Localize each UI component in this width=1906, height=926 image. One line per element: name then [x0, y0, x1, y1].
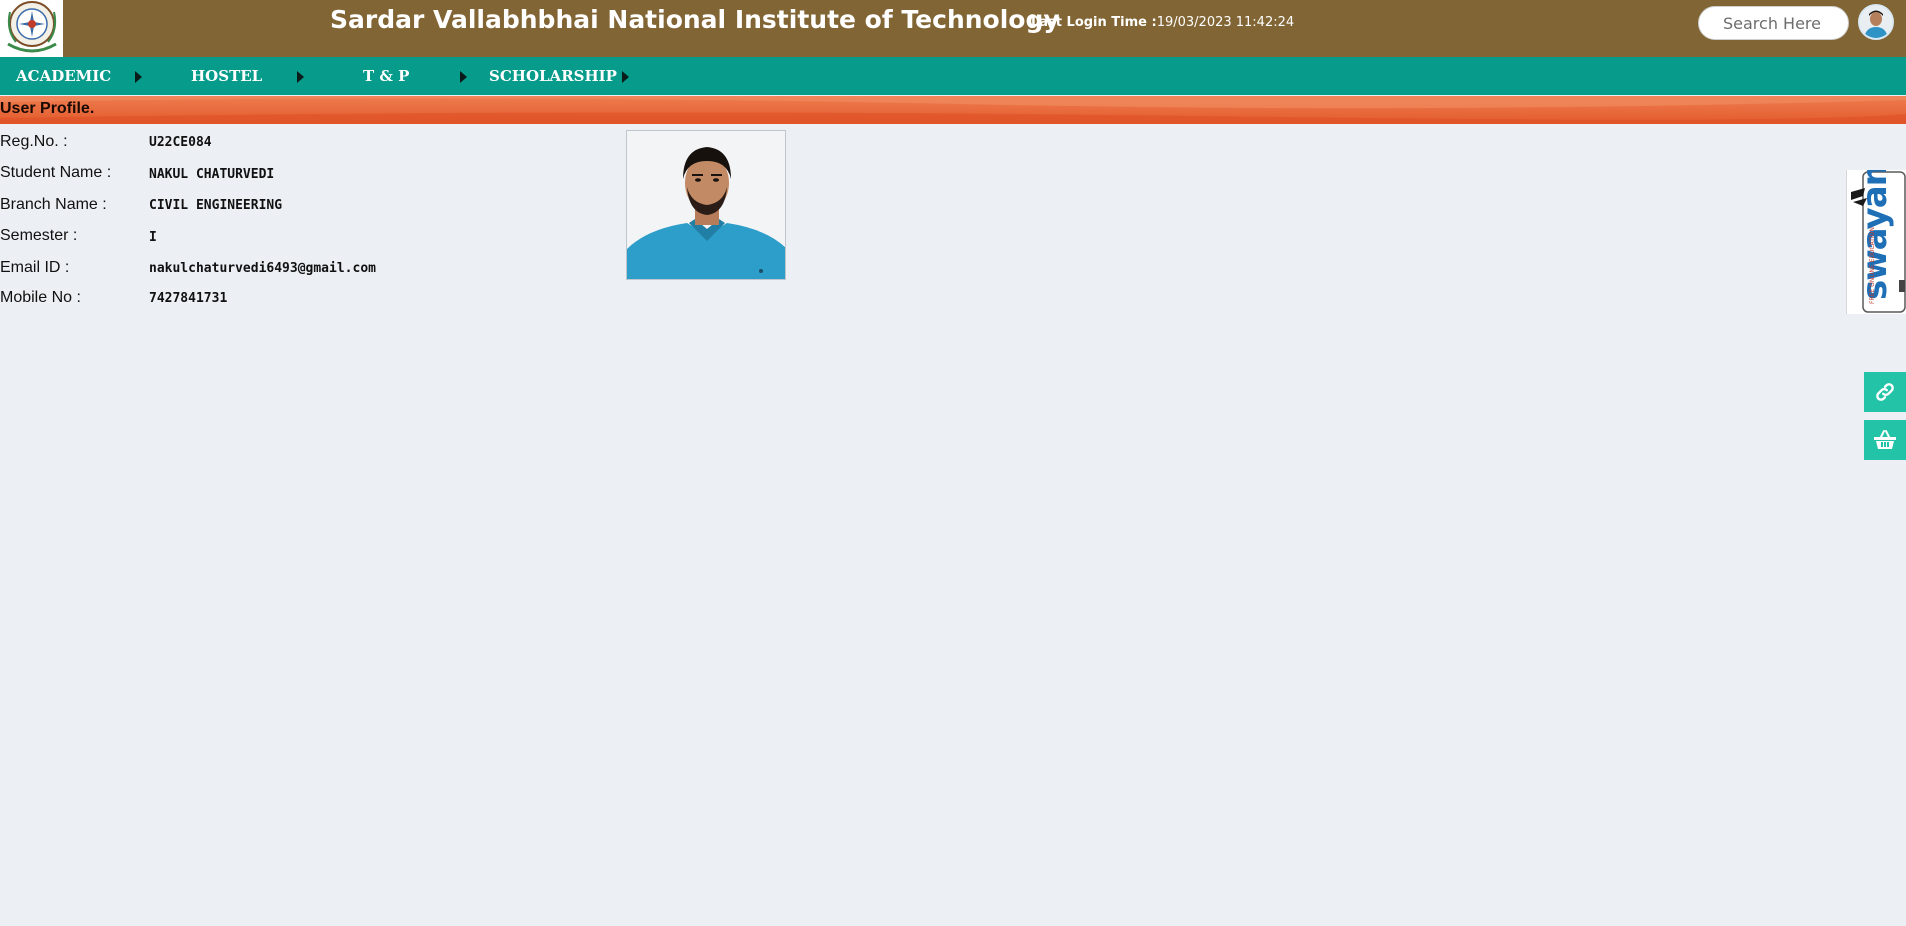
nav-item-scholarship[interactable]: SCHOLARSHIP: [489, 57, 617, 95]
mobile-label: Mobile No :: [0, 289, 81, 306]
reg-no-label: Reg.No. :: [0, 133, 68, 150]
caret-right-icon[interactable]: [460, 71, 467, 83]
basket-button[interactable]: [1864, 420, 1906, 460]
nav-item-hostel[interactable]: HOSTEL: [191, 57, 262, 95]
institute-logo[interactable]: [0, 0, 63, 57]
top-header: Sardar Vallabhbhai National Institute of…: [0, 0, 1906, 57]
branch-name-label: Branch Name :: [0, 196, 107, 213]
quick-link-button[interactable]: [1864, 372, 1906, 412]
wave-decoration: [0, 96, 1906, 124]
swayam-subtext: FREE ONLINE EDUCATION: [1869, 227, 1876, 304]
student-name-value: NAKUL CHATURVEDI: [149, 167, 275, 182]
nav-item-academic[interactable]: ACADEMIC: [16, 57, 111, 95]
student-photo-image: [627, 131, 785, 279]
site-title: Sardar Vallabhbhai National Institute of…: [330, 5, 1060, 34]
profile-header-bar: User Profile.: [0, 96, 1906, 124]
institute-seal-icon: [6, 1, 57, 53]
student-photo: [626, 130, 786, 280]
reg-no-value: U22CE084: [149, 135, 212, 150]
mobile-value: 7427841731: [149, 291, 228, 306]
nav-item-label: HOSTEL: [191, 67, 263, 85]
link-icon: [1876, 383, 1894, 401]
caret-right-icon[interactable]: [135, 71, 142, 83]
main-nav: ACADEMIC HOSTEL T & P SCHOLARSHIP: [0, 57, 1906, 95]
email-label: Email ID :: [0, 259, 70, 276]
semester-value: I: [149, 230, 157, 245]
nav-item-tp[interactable]: T & P: [363, 57, 409, 95]
student-name-label: Student Name :: [0, 164, 112, 181]
user-avatar[interactable]: [1858, 4, 1894, 40]
nav-item-label: ACADEMIC: [16, 67, 112, 85]
last-login-value: 19/03/2023 11:42:24: [1156, 15, 1295, 30]
nav-item-label: T & P: [363, 67, 410, 85]
email-value: nakulchaturvedi6493@gmail.com: [149, 261, 376, 276]
last-login-info: Last Login Time :19/03/2023 11:42:24: [1031, 15, 1294, 30]
nav-item-label: SCHOLARSHIP: [489, 67, 617, 85]
swayam-banner[interactable]: swayam FREE ONLINE EDUCATION: [1846, 170, 1906, 314]
search-input[interactable]: [1698, 6, 1849, 40]
semester-label: Semester :: [0, 227, 78, 244]
caret-right-icon[interactable]: [622, 71, 629, 83]
basket-icon: [1874, 430, 1896, 449]
last-login-label: Last Login Time :: [1031, 15, 1157, 30]
user-avatar-icon: [1860, 6, 1892, 38]
profile-title: User Profile.: [0, 100, 95, 117]
caret-right-icon[interactable]: [297, 71, 304, 83]
branch-name-value: CIVIL ENGINEERING: [149, 198, 283, 213]
